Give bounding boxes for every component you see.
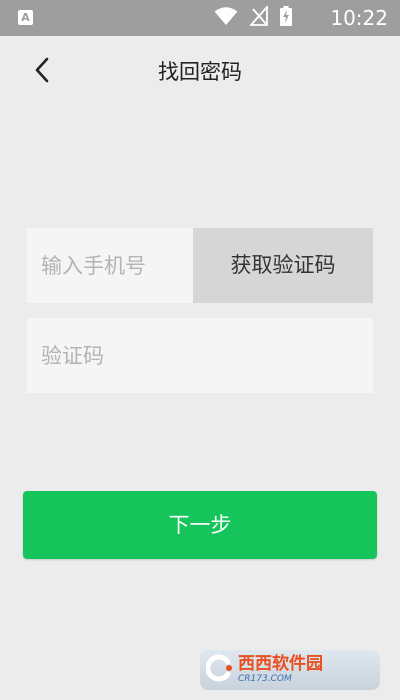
signal-icon [248, 4, 268, 30]
logo-mark-icon [205, 654, 234, 686]
watermark-text: 西西软件园 CR173.COM [238, 656, 323, 684]
verification-code-input[interactable] [27, 318, 373, 393]
watermark-main-text: 西西软件园 [238, 654, 323, 674]
watermark-logo: 西西软件园 CR173.COM [200, 650, 380, 690]
app-notification-icon: A [18, 10, 33, 25]
app-bar: 找回密码 [0, 36, 400, 108]
next-step-button[interactable]: 下一步 [23, 491, 377, 559]
watermark-sub-text: CR173.COM [238, 674, 292, 684]
status-icons [214, 4, 292, 30]
wifi-icon [214, 6, 238, 30]
page-title: 找回密码 [158, 60, 242, 84]
phone-input[interactable] [27, 228, 193, 303]
status-time: 10:22 [330, 6, 388, 30]
screen: A 10:22 找回密码 输入手机号 获取验证码 验证码 下一步 西西软件园 C… [0, 0, 400, 700]
phone-row: 获取验证码 [27, 228, 373, 303]
battery-charging-icon [280, 6, 292, 30]
get-code-button[interactable]: 获取验证码 [193, 228, 373, 303]
status-bar: A 10:22 [0, 0, 400, 36]
